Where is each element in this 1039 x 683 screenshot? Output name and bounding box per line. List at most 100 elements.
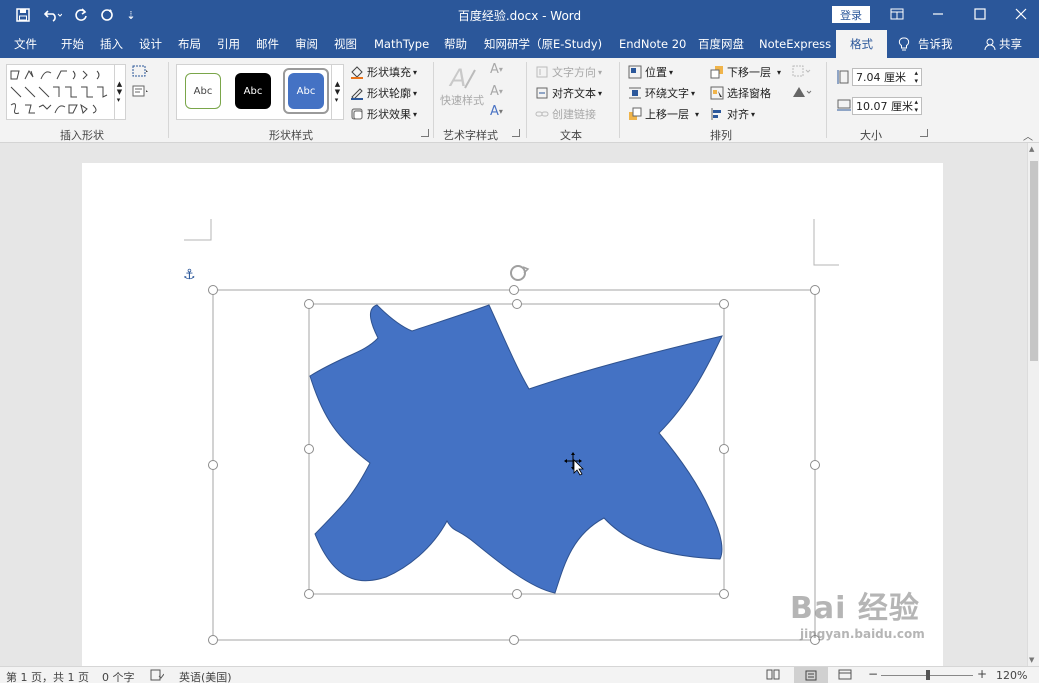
wrap-text-button[interactable]: 环绕文字 ▾: [628, 85, 695, 101]
shape-effects-button[interactable]: 形状效果 ▾: [350, 106, 417, 122]
draw-textbox-button[interactable]: [131, 84, 149, 98]
scroll-up-icon[interactable]: ▲: [1029, 145, 1034, 153]
shape-styles-launcher[interactable]: [421, 129, 429, 137]
tab-baidu-netdisk[interactable]: 百度网盘: [698, 30, 744, 58]
text-outline-icon[interactable]: A ▾: [490, 84, 503, 99]
selection-pane-button[interactable]: 选择窗格: [710, 85, 771, 101]
tab-mailings[interactable]: 邮件: [256, 30, 279, 58]
height-spinner[interactable]: ▴ ▾: [914, 69, 918, 85]
style-outline-green[interactable]: Abc: [185, 73, 221, 109]
shape-fill-button[interactable]: 形状填充 ▾: [350, 64, 417, 80]
zoom-in-button[interactable]: +: [977, 667, 987, 681]
minimize-icon[interactable]: [925, 3, 951, 25]
tab-layout[interactable]: 布局: [178, 30, 201, 58]
create-link-button[interactable]: 创建链接: [535, 106, 596, 122]
group-objects-icon[interactable]: [791, 64, 811, 78]
tab-review[interactable]: 审阅: [295, 30, 318, 58]
align-text-button[interactable]: 对齐文本 ▾: [535, 85, 602, 101]
style-fill-blue: Abc: [288, 73, 324, 109]
zoom-out-button[interactable]: −: [868, 667, 878, 681]
text-direction-button[interactable]: 文字方向 ▾: [535, 64, 602, 80]
tab-design[interactable]: 设计: [139, 30, 162, 58]
tab-mathtype[interactable]: MathType: [374, 30, 429, 58]
width-value: 10.07 厘米: [856, 100, 913, 113]
text-fill-icon[interactable]: A ▾: [490, 62, 503, 77]
align-text-label: 对齐文本: [552, 87, 596, 100]
baidu-watermark: Bai 经验 jingyan.baidu.com: [790, 583, 925, 641]
height-value: 7.04 厘米: [856, 71, 906, 84]
position-label: 位置: [645, 66, 667, 79]
tab-home[interactable]: 开始: [61, 30, 84, 58]
text-direction-label: 文字方向: [552, 66, 596, 79]
anchor-icon: ⚓: [183, 267, 196, 283]
group-divider: [619, 62, 620, 138]
title-bar: ⇣ 百度经验.docx - Word 登录: [0, 0, 1039, 30]
scroll-down-icon[interactable]: ▼: [1029, 656, 1034, 664]
quick-styles-button[interactable]: A 快速样式: [440, 62, 484, 108]
size-launcher[interactable]: [920, 129, 928, 137]
shapes-gallery[interactable]: [6, 64, 126, 120]
edit-shape-icon: [132, 65, 148, 77]
tab-endnote[interactable]: EndNote 20: [619, 30, 686, 58]
style-fill-black[interactable]: Abc: [235, 73, 271, 109]
collapse-ribbon-icon[interactable]: ︿: [1023, 128, 1033, 143]
bring-forward-button[interactable]: 上移一层 ▾: [628, 106, 699, 122]
width-icon: [837, 99, 851, 111]
tell-me-label: 告诉我: [918, 37, 953, 51]
maximize-icon[interactable]: [967, 3, 993, 25]
tab-insert[interactable]: 插入: [100, 30, 123, 58]
tab-references[interactable]: 引用: [217, 30, 240, 58]
align-icon: [711, 108, 721, 120]
width-spinner[interactable]: ▴ ▾: [914, 98, 918, 114]
zoom-slider-thumb[interactable]: [926, 670, 930, 680]
insert-shapes-group-label: 插入形状: [60, 129, 104, 142]
shape-effects-label: 形状效果: [367, 108, 411, 121]
person-icon: [984, 38, 996, 50]
zoom-level[interactable]: 120%: [996, 669, 1027, 682]
selection-pane-icon: [710, 86, 724, 100]
height-input[interactable]: 7.04 厘米 ▴ ▾: [852, 68, 922, 86]
tell-me-button[interactable]: 告诉我: [898, 30, 953, 58]
scroll-thumb[interactable]: [1030, 161, 1038, 361]
tab-help[interactable]: 帮助: [444, 30, 467, 58]
position-button[interactable]: 位置 ▾: [628, 64, 673, 80]
rotate-icon[interactable]: [791, 85, 813, 99]
ribbon-display-options-icon[interactable]: [884, 3, 910, 25]
share-button[interactable]: 共享: [984, 30, 1022, 58]
size-group-label: 大小: [860, 129, 882, 142]
close-icon[interactable]: [1008, 3, 1034, 25]
web-layout-icon[interactable]: [838, 669, 852, 683]
rotate-handle-icon[interactable]: [510, 265, 530, 281]
styles-gallery-scroll[interactable]: ▲ ▼ ▾: [331, 64, 343, 120]
art-styles-group-label: 艺术字样式: [443, 129, 498, 142]
textbox-icon: [132, 85, 148, 97]
login-button[interactable]: 登录: [832, 6, 870, 23]
proofing-icon[interactable]: [150, 669, 165, 683]
style-selected-frame[interactable]: Abc: [283, 68, 329, 114]
page-count[interactable]: 第 1 页，共 1 页: [6, 669, 89, 683]
print-layout-icon[interactable]: [794, 667, 828, 683]
watermark-brand: Bai 经验: [790, 591, 920, 626]
vertical-scrollbar[interactable]: ▲ ▼: [1027, 143, 1039, 666]
quick-styles-label: 快速样式: [440, 94, 484, 107]
margin-marks: [184, 219, 839, 266]
width-input[interactable]: 10.07 厘米 ▴ ▾: [852, 97, 922, 115]
freeform-shape[interactable]: [309, 304, 723, 594]
edit-shape-button[interactable]: [131, 64, 149, 78]
language[interactable]: 英语(美国): [179, 669, 232, 683]
ribbon-format: ▲ ▼ ▾ 插入形状 Abc Abc Abc ▲ ▼ ▾ 形状填充 ▾ 形状轮廓 ▾ 形状效…: [0, 58, 1039, 143]
shape-outline-button[interactable]: 形状轮廓 ▾: [350, 85, 417, 101]
tab-format[interactable]: 格式: [836, 30, 887, 58]
word-count[interactable]: 0 个字: [102, 669, 135, 683]
tab-view[interactable]: 视图: [334, 30, 357, 58]
text-effects-icon[interactable]: A ▾: [490, 104, 503, 119]
arrange-group-label: 排列: [710, 129, 732, 142]
tab-cnki-estudy[interactable]: 知网研学（原E-Study): [484, 30, 602, 58]
read-mode-icon[interactable]: [766, 669, 780, 683]
align-button[interactable]: 对齐 ▾: [710, 106, 755, 122]
tab-file[interactable]: 文件: [14, 30, 37, 58]
send-backward-button[interactable]: 下移一层 ▾: [710, 64, 781, 80]
shapes-gallery-scroll[interactable]: ▲ ▼ ▾: [114, 64, 124, 120]
art-styles-launcher[interactable]: [512, 129, 520, 137]
tab-noteexpress[interactable]: NoteExpress: [759, 30, 831, 58]
